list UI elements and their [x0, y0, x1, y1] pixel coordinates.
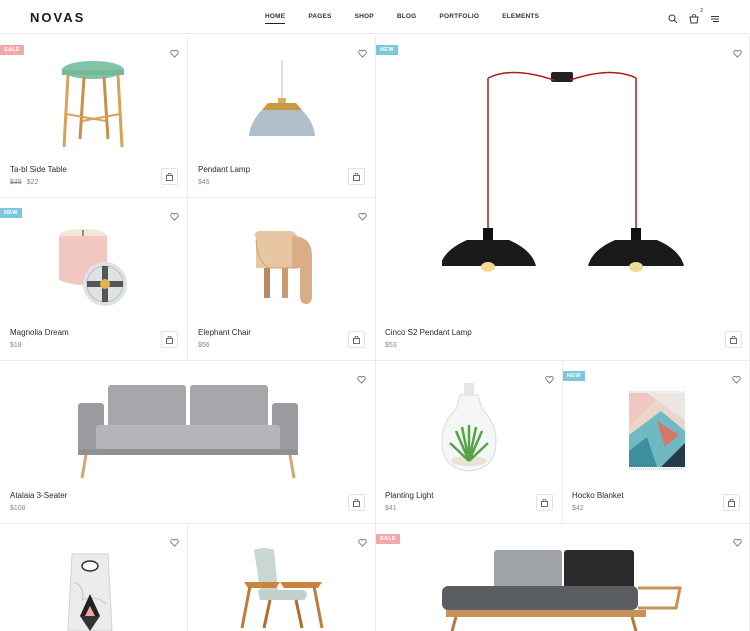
- blanket-image[interactable]: [627, 391, 687, 471]
- cinco-pendant-lamp-image[interactable]: [442, 70, 692, 280]
- current-price: $22: [26, 179, 39, 186]
- product-card[interactable]: NEW Magnolia Dream $18: [0, 198, 187, 360]
- product-name[interactable]: Hocko Blanket: [572, 491, 624, 500]
- product-card[interactable]: Elephant Chair $56: [188, 198, 375, 360]
- product-card[interactable]: SALE: [376, 524, 749, 631]
- search-icon[interactable]: [668, 11, 678, 24]
- cart-icon[interactable]: 2: [689, 8, 703, 24]
- product-card[interactable]: Atalaia 3-Seater $108: [0, 361, 375, 523]
- add-to-cart-button[interactable]: [723, 494, 740, 511]
- nav-elements[interactable]: ELEMENTS: [502, 13, 539, 20]
- old-price: $35: [10, 179, 22, 186]
- product-card[interactable]: Pendant Lamp $45: [188, 35, 375, 197]
- add-to-cart-button[interactable]: [536, 494, 553, 511]
- bag-icon: [353, 498, 360, 507]
- product-card[interactable]: NEW Cinco S2 Pendant Lamp $53: [376, 35, 749, 360]
- product-name[interactable]: Cinco S2 Pendant Lamp: [385, 328, 472, 337]
- add-to-cart-button[interactable]: [348, 494, 365, 511]
- product-name[interactable]: Planting Light: [385, 491, 433, 500]
- product-name[interactable]: Atalaia 3-Seater: [10, 491, 67, 500]
- product-price: $108: [10, 505, 26, 512]
- planting-light-image[interactable]: [438, 383, 500, 475]
- bag-icon: [541, 498, 548, 507]
- product-price: $42: [572, 505, 584, 512]
- bag-icon: [728, 498, 735, 507]
- heart-icon[interactable]: [358, 534, 367, 547]
- product-name[interactable]: Pendant Lamp: [198, 165, 250, 174]
- laundry-basket-image[interactable]: [66, 552, 114, 631]
- nav-pages[interactable]: PAGES: [308, 13, 331, 20]
- elephant-chair-image[interactable]: [246, 228, 318, 310]
- product-name[interactable]: Ta-bl Side Table: [10, 165, 67, 174]
- product-card[interactable]: NEW Hocko Blanket $42: [563, 361, 749, 523]
- header-icons: 2: [668, 8, 720, 24]
- heart-icon[interactable]: [170, 208, 179, 221]
- site-header: NOVAS HOME PAGES SHOP BLOG PORTFOLIO ELE…: [0, 0, 750, 34]
- bag-icon: [166, 172, 173, 181]
- product-name[interactable]: Elephant Chair: [198, 328, 251, 337]
- candle-image[interactable]: [55, 228, 135, 308]
- bag-icon: [353, 172, 360, 181]
- new-badge: NEW: [376, 45, 398, 55]
- product-card[interactable]: SALE Ta-bl Side Table $35 $22: [0, 35, 187, 197]
- heart-icon[interactable]: [733, 534, 742, 547]
- product-name[interactable]: Magnolia Dream: [10, 328, 69, 337]
- pendant-lamp-image[interactable]: [246, 60, 318, 140]
- heart-icon[interactable]: [357, 371, 366, 384]
- add-to-cart-button[interactable]: [348, 331, 365, 348]
- product-price: $41: [385, 505, 397, 512]
- nav-shop[interactable]: SHOP: [355, 13, 374, 20]
- bag-icon: [730, 335, 737, 344]
- sale-badge: SALE: [0, 45, 24, 55]
- product-price: $53: [385, 342, 397, 349]
- product-price: $18: [10, 342, 22, 349]
- add-to-cart-button[interactable]: [161, 168, 178, 185]
- add-to-cart-button[interactable]: [161, 331, 178, 348]
- add-to-cart-button[interactable]: [348, 168, 365, 185]
- bag-icon: [353, 335, 360, 344]
- heart-icon[interactable]: [358, 208, 367, 221]
- product-price: $56: [198, 342, 210, 349]
- site-logo[interactable]: NOVAS: [30, 10, 85, 25]
- heart-icon[interactable]: [732, 371, 741, 384]
- heart-icon[interactable]: [545, 371, 554, 384]
- product-price: $45: [198, 179, 210, 186]
- side-table-image[interactable]: [58, 59, 128, 154]
- product-card[interactable]: [188, 524, 375, 631]
- new-badge: NEW: [0, 208, 22, 218]
- add-to-cart-button[interactable]: [725, 331, 742, 348]
- bag-icon: [166, 335, 173, 344]
- product-card[interactable]: Planting Light $41: [376, 361, 562, 523]
- nav-blog[interactable]: BLOG: [397, 13, 417, 20]
- daybed-image[interactable]: [442, 548, 686, 631]
- nav-home[interactable]: HOME: [265, 13, 286, 24]
- sale-badge: SALE: [376, 534, 400, 544]
- main-nav: HOME PAGES SHOP BLOG PORTFOLIO ELEMENTS: [265, 13, 562, 24]
- lounge-chair-image[interactable]: [240, 548, 326, 631]
- heart-icon[interactable]: [358, 45, 367, 58]
- heart-icon[interactable]: [733, 45, 742, 58]
- sofa-image[interactable]: [78, 383, 298, 483]
- menu-icon[interactable]: [710, 11, 720, 22]
- heart-icon[interactable]: [170, 534, 179, 547]
- product-card[interactable]: [0, 524, 187, 631]
- heart-icon[interactable]: [170, 45, 179, 58]
- nav-portfolio[interactable]: PORTFOLIO: [439, 13, 479, 20]
- product-price: $35 $22: [10, 179, 38, 186]
- new-badge: NEW: [563, 371, 585, 381]
- cart-count: 2: [700, 8, 703, 14]
